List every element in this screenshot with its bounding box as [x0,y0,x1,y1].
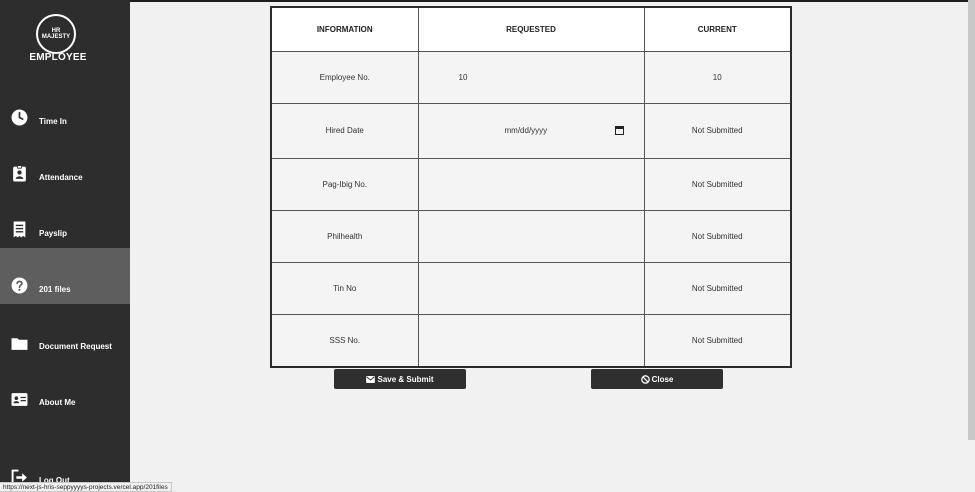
info-cell: Employee No. [270,50,419,104]
philhealth-input[interactable] [417,209,645,263]
id-badge-icon [13,165,26,182]
current-cell: Not Submitted [643,157,792,211]
nav-label-time-in: Time In [39,117,67,126]
envelope-icon [366,375,376,383]
id-card-icon [11,393,28,406]
current-cell: Not Submitted [643,313,792,368]
save-submit-button[interactable]: Save & Submit [334,369,466,389]
close-label: Close [651,374,674,384]
info-cell: SSS No. [270,313,419,368]
clock-icon [11,109,28,126]
close-button[interactable]: Close [591,369,723,389]
current-cell: 10 [643,50,792,104]
nav-item-201-files[interactable]: 201 files [0,248,130,304]
brand-title: EMPLOYEE [29,52,87,63]
table-row-tin-no: Tin No Not Submitted [270,261,792,315]
sidebar: HR MAJESTY EMPLOYEE Time In Attendance Pa… [0,0,130,492]
hired-date-placeholder: mm/dd/yyyy [504,126,548,135]
info-cell: Hired Date [270,102,419,159]
nav-label-attendance: Attendance [39,173,83,182]
nav-label-about-me: About Me [39,398,76,407]
header-information: INFORMATION [270,6,419,52]
current-cell: Not Submitted [643,102,792,159]
nav-item-document-request[interactable]: Document Request [0,320,130,376]
pag-ibig-input[interactable] [417,157,645,211]
info-cell: Philhealth [270,209,419,263]
nav-label-document-request: Document Request [39,342,112,351]
logo: HR MAJESTY [36,14,76,54]
nav-label-201-files: 201 files [39,285,71,294]
ban-icon [640,374,650,384]
table-row-employee-no: Employee No. 10 10 [270,50,792,104]
scrollbar[interactable] [968,0,975,440]
header-current: CURRENT [643,6,792,52]
header-requested: REQUESTED [417,6,645,52]
status-url: https://next-js-hris-seppyyyys-projects.… [0,482,172,492]
tin-no-input[interactable] [417,261,645,315]
table-header-row: INFORMATION REQUESTED CURRENT [270,6,792,52]
folder-icon [11,338,28,350]
table-row-philhealth: Philhealth Not Submitted [270,209,792,263]
sss-no-input[interactable] [417,313,645,368]
save-submit-label: Save & Submit [377,374,434,384]
201-files-table: INFORMATION REQUESTED CURRENT Employee N… [270,6,792,368]
nav-item-about-me[interactable]: About Me [0,376,130,432]
hired-date-input[interactable]: mm/dd/yyyy [417,102,645,159]
nav-item-time-in[interactable]: Time In [0,96,130,152]
calendar-icon[interactable] [614,125,624,135]
current-cell: Not Submitted [643,261,792,315]
table-row-hired-date: Hired Date mm/dd/yyyy Not Submitted [270,102,792,159]
current-cell: Not Submitted [643,209,792,263]
info-cell: Tin No [270,261,419,315]
info-cell: Pag-Ibig No. [270,157,419,211]
table-row-sss-no: SSS No. Not Submitted [270,313,792,368]
top-border [0,0,975,2]
question-circle-icon [11,277,28,294]
receipt-icon [13,221,26,238]
employee-no-input[interactable]: 10 [417,50,645,104]
table-row-pag-ibig: Pag-Ibig No. Not Submitted [270,157,792,211]
nav-item-attendance[interactable]: Attendance [0,152,130,208]
nav-label-payslip: Payslip [39,229,68,238]
